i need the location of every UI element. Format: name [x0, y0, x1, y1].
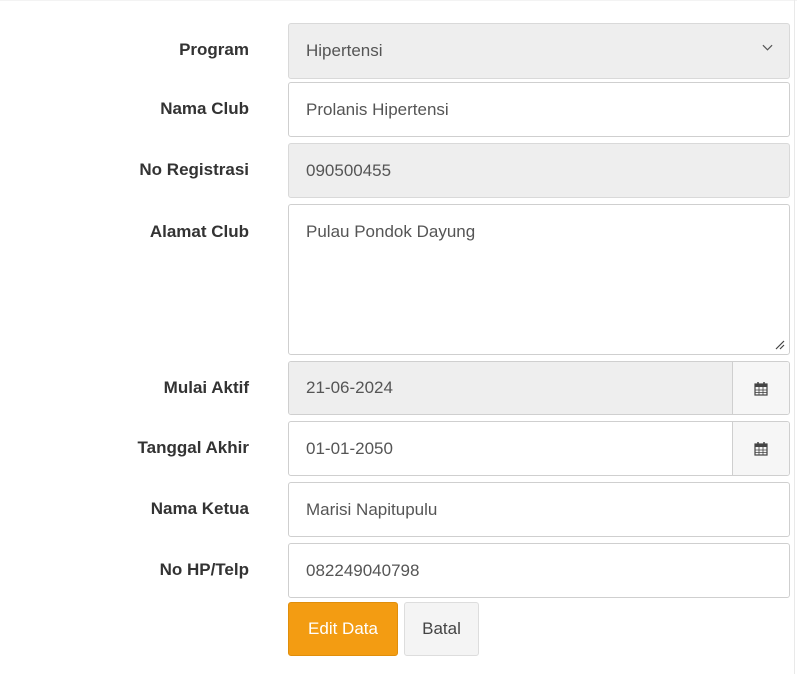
alamat-club-label: Alamat Club — [149, 222, 249, 241]
nama-ketua-input[interactable]: Marisi Napitupulu — [288, 482, 790, 537]
mulai-aktif-calendar-button[interactable] — [732, 362, 789, 414]
mulai-aktif-value: 21-06-2024 — [306, 378, 393, 397]
chevron-down-icon — [762, 44, 773, 51]
mulai-aktif-label: Mulai Aktif — [163, 378, 249, 397]
program-label: Program — [179, 40, 249, 59]
no-hp-label: No HP/Telp — [159, 560, 249, 579]
nama-ketua-label: Nama Ketua — [150, 499, 249, 518]
tanggal-akhir-label: Tanggal Akhir — [137, 438, 249, 457]
nama-ketua-value: Marisi Napitupulu — [306, 499, 438, 519]
tanggal-akhir-group: 01-01-2050 — [288, 421, 790, 476]
mulai-aktif-input[interactable]: 21-06-2024 — [289, 362, 732, 414]
alamat-club-textarea[interactable]: Pulau Pondok Dayung — [288, 204, 790, 355]
nama-club-value: Prolanis Hipertensi — [306, 99, 449, 119]
no-registrasi-value: 090500455 — [306, 160, 392, 180]
right-divider — [794, 0, 795, 674]
tanggal-akhir-calendar-button[interactable] — [732, 422, 789, 475]
edit-data-button[interactable]: Edit Data — [288, 602, 398, 656]
no-registrasi-label: No Registrasi — [139, 160, 249, 179]
resize-grip-icon[interactable] — [773, 338, 785, 350]
mulai-aktif-group: 21-06-2024 — [288, 361, 790, 415]
no-registrasi-input[interactable]: 090500455 — [288, 143, 790, 198]
nama-club-label: Nama Club — [160, 99, 249, 118]
no-hp-input[interactable]: 082249040798 — [288, 543, 790, 598]
tanggal-akhir-input[interactable]: 01-01-2050 — [289, 422, 732, 475]
cancel-button[interactable]: Batal — [404, 602, 479, 656]
no-hp-value: 082249040798 — [306, 560, 420, 580]
tanggal-akhir-value: 01-01-2050 — [306, 438, 393, 458]
calendar-icon — [754, 381, 768, 396]
alamat-club-value: Pulau Pondok Dayung — [306, 222, 476, 241]
nama-club-input[interactable]: Prolanis Hipertensi — [288, 82, 790, 137]
program-select[interactable]: Hipertensi — [288, 23, 790, 79]
calendar-icon — [754, 442, 768, 456]
program-value: Hipertensi — [306, 41, 383, 60]
top-divider — [0, 0, 797, 1]
